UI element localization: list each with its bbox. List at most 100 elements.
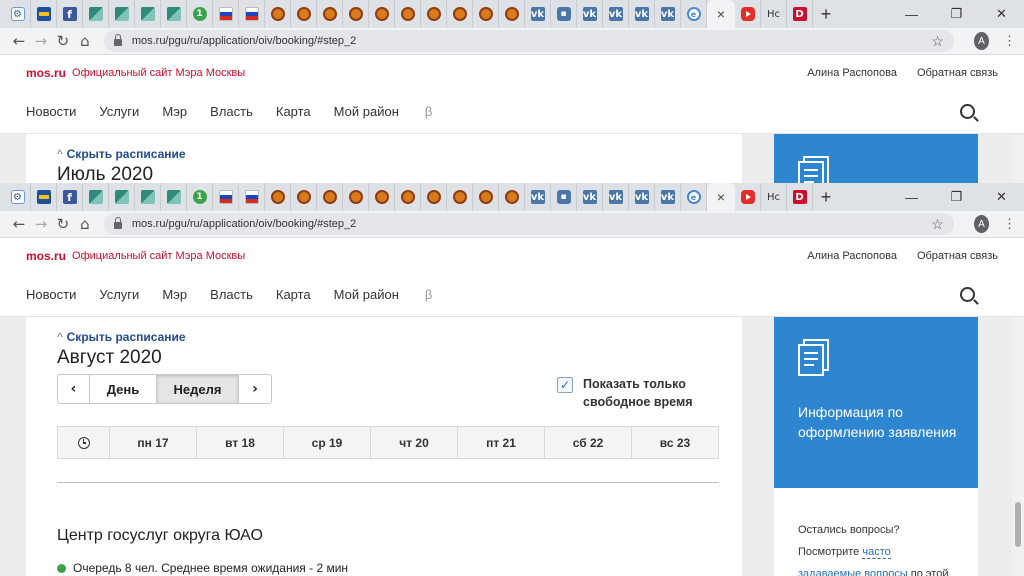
browser-tab[interactable]: vk bbox=[655, 0, 681, 28]
browser-menu-icon[interactable]: ⋮ bbox=[1003, 33, 1016, 49]
account-avatar[interactable]: A bbox=[973, 32, 990, 50]
reload-button[interactable]: ↻ bbox=[52, 30, 74, 52]
browser-tab[interactable]: e bbox=[681, 183, 707, 211]
browser-tab[interactable]: vk bbox=[629, 0, 655, 28]
browser-tab[interactable]: f bbox=[57, 0, 83, 28]
browser-tab[interactable]: vk bbox=[525, 0, 551, 28]
reload-button[interactable]: ↻ bbox=[52, 213, 74, 235]
browser-tab[interactable] bbox=[499, 0, 525, 28]
tab-d[interactable]: D bbox=[787, 0, 813, 28]
browser-tab[interactable] bbox=[239, 183, 265, 211]
browser-tab[interactable] bbox=[317, 0, 343, 28]
new-tab-button[interactable]: + bbox=[813, 183, 839, 211]
scrollbar-thumb[interactable] bbox=[1015, 502, 1021, 547]
back-button[interactable]: ← bbox=[8, 30, 30, 52]
site-logo[interactable]: mos.ru bbox=[26, 66, 66, 80]
faq-link-part1[interactable]: часто bbox=[862, 546, 891, 559]
maximize-button[interactable]: ❐ bbox=[934, 0, 979, 28]
star-icon[interactable]: ☆ bbox=[931, 216, 944, 233]
close-window-button[interactable]: ✕ bbox=[979, 0, 1024, 28]
next-week-button[interactable]: › bbox=[239, 375, 271, 403]
browser-tab[interactable] bbox=[31, 0, 57, 28]
nav-my-district[interactable]: Мой район β bbox=[334, 104, 456, 119]
browser-tab[interactable] bbox=[395, 0, 421, 28]
browser-tab[interactable]: vk bbox=[603, 183, 629, 211]
info-box[interactable]: Информация по оформлению заявления bbox=[774, 317, 978, 488]
browser-tab[interactable] bbox=[135, 183, 161, 211]
active-tab[interactable]: × bbox=[707, 183, 735, 211]
browser-tab[interactable] bbox=[343, 0, 369, 28]
browser-tab[interactable] bbox=[109, 0, 135, 28]
day-header-tue[interactable]: вт 18 bbox=[197, 427, 284, 458]
active-tab[interactable]: × bbox=[707, 0, 735, 28]
browser-tab[interactable] bbox=[447, 183, 473, 211]
hide-schedule-toggle[interactable]: ^ Скрыть расписание bbox=[57, 147, 186, 161]
browser-tab[interactable] bbox=[109, 183, 135, 211]
browser-tab[interactable] bbox=[291, 183, 317, 211]
nav-government[interactable]: Власть bbox=[210, 104, 253, 119]
browser-tab[interactable]: ⚙ bbox=[5, 183, 31, 211]
browser-tab[interactable] bbox=[265, 0, 291, 28]
browser-tab[interactable] bbox=[161, 0, 187, 28]
browser-tab[interactable]: vk bbox=[603, 0, 629, 28]
user-name-link[interactable]: Алина Распопова bbox=[807, 67, 897, 79]
nav-map[interactable]: Карта bbox=[276, 287, 311, 302]
day-header-sat[interactable]: сб 22 bbox=[545, 427, 632, 458]
address-bar[interactable]: mos.ru/pgu/ru/application/oiv/booking/#s… bbox=[103, 213, 954, 235]
nav-news[interactable]: Новости bbox=[26, 287, 76, 302]
browser-tab[interactable] bbox=[499, 183, 525, 211]
day-view-button[interactable]: День bbox=[90, 375, 157, 403]
minimize-button[interactable]: — bbox=[889, 0, 934, 28]
hide-schedule-toggle[interactable]: ^ Скрыть расписание bbox=[57, 330, 186, 344]
browser-tab[interactable] bbox=[161, 183, 187, 211]
browser-tab[interactable] bbox=[213, 0, 239, 28]
home-button[interactable]: ⌂ bbox=[74, 213, 96, 235]
browser-tab[interactable] bbox=[395, 183, 421, 211]
week-view-button[interactable]: Неделя bbox=[157, 375, 239, 403]
browser-tab[interactable]: vk bbox=[629, 183, 655, 211]
feedback-link[interactable]: Обратная связь bbox=[917, 250, 998, 262]
faq-link-part2[interactable]: задаваемые вопросы bbox=[798, 568, 908, 576]
browser-menu-icon[interactable]: ⋮ bbox=[1003, 216, 1016, 232]
browser-tab[interactable] bbox=[135, 0, 161, 28]
search-icon[interactable] bbox=[960, 287, 975, 302]
browser-tab[interactable]: vk bbox=[655, 183, 681, 211]
free-only-checkbox[interactable]: ✓ bbox=[557, 377, 573, 393]
address-bar[interactable]: mos.ru/pgu/ru/application/oiv/booking/#s… bbox=[103, 30, 954, 52]
minimize-button[interactable]: — bbox=[889, 183, 934, 211]
forward-button[interactable]: → bbox=[30, 30, 52, 52]
browser-tab[interactable] bbox=[421, 0, 447, 28]
close-icon[interactable]: × bbox=[717, 189, 725, 205]
nav-my-district[interactable]: Мой район β bbox=[334, 287, 456, 302]
search-icon[interactable] bbox=[960, 104, 975, 119]
browser-tab[interactable] bbox=[369, 183, 395, 211]
browser-tab[interactable]: ▪ bbox=[551, 183, 577, 211]
browser-tab[interactable] bbox=[31, 183, 57, 211]
nav-mayor[interactable]: Мэр bbox=[162, 287, 187, 302]
nav-map[interactable]: Карта bbox=[276, 104, 311, 119]
browser-tab[interactable]: 1 bbox=[187, 0, 213, 28]
browser-tab[interactable] bbox=[473, 0, 499, 28]
user-name-link[interactable]: Алина Распопова bbox=[807, 250, 897, 262]
day-header-mon[interactable]: пн 17 bbox=[110, 427, 197, 458]
prev-week-button[interactable]: ‹ bbox=[58, 375, 90, 403]
tab-nc[interactable]: Нс bbox=[761, 183, 787, 211]
nav-services[interactable]: Услуги bbox=[99, 287, 139, 302]
browser-tab[interactable]: vk bbox=[577, 183, 603, 211]
day-header-sun[interactable]: вс 23 bbox=[632, 427, 718, 458]
browser-tab[interactable]: 1 bbox=[187, 183, 213, 211]
nav-mayor[interactable]: Мэр bbox=[162, 104, 187, 119]
browser-tab[interactable] bbox=[239, 0, 265, 28]
browser-tab[interactable] bbox=[343, 183, 369, 211]
browser-tab[interactable] bbox=[473, 183, 499, 211]
browser-tab[interactable] bbox=[213, 183, 239, 211]
browser-tab[interactable]: f bbox=[57, 183, 83, 211]
browser-tab[interactable]: vk bbox=[577, 0, 603, 28]
star-icon[interactable]: ☆ bbox=[931, 33, 944, 50]
account-avatar[interactable]: A bbox=[973, 215, 990, 233]
tab-youtube[interactable] bbox=[735, 0, 761, 28]
nav-services[interactable]: Услуги bbox=[99, 104, 139, 119]
nav-government[interactable]: Власть bbox=[210, 287, 253, 302]
site-logo[interactable]: mos.ru bbox=[26, 249, 66, 263]
page-scrollbar[interactable] bbox=[1012, 134, 1024, 183]
